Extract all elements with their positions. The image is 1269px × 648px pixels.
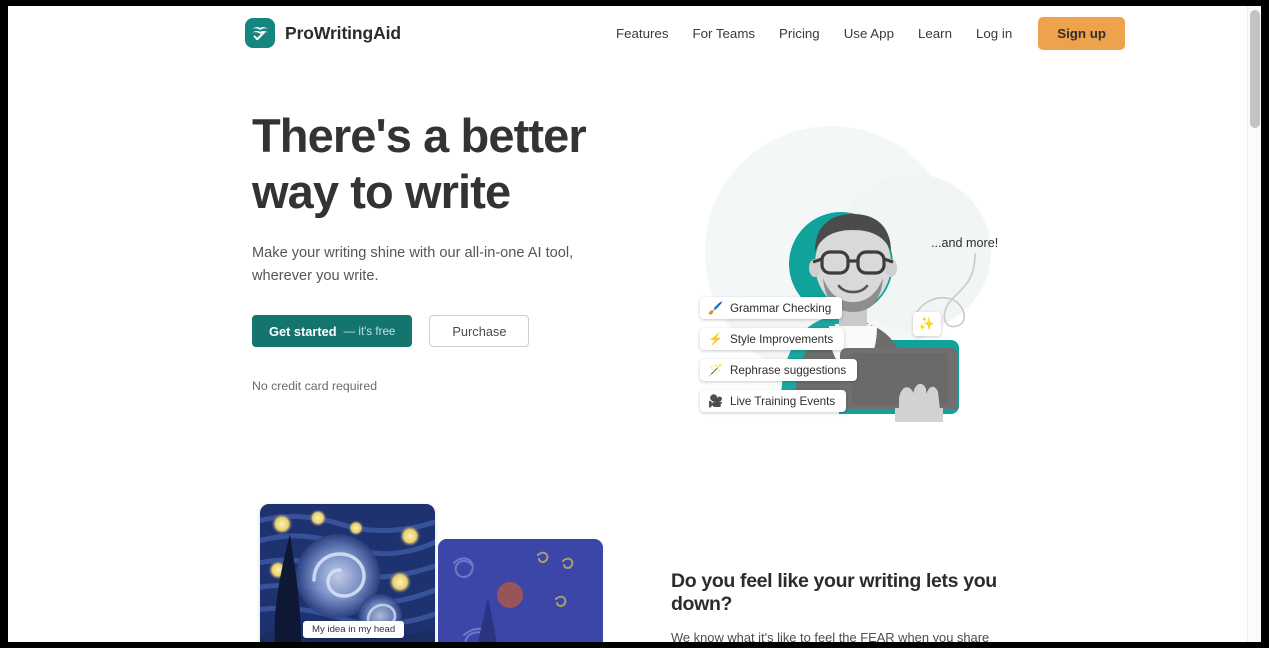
get-started-button[interactable]: Get started — it's free bbox=[252, 315, 413, 347]
main-navigation: Features For Teams Pricing Use App Learn… bbox=[604, 17, 1125, 50]
feature-pill-style-improvements: ⚡ Style Improvements bbox=[700, 328, 845, 350]
vertical-scrollbar-track[interactable] bbox=[1247, 6, 1261, 642]
nav-item-pricing[interactable]: Pricing bbox=[767, 19, 832, 48]
nav-item-use-app[interactable]: Use App bbox=[832, 19, 906, 48]
brand-name: ProWritingAid bbox=[285, 22, 402, 43]
feature-pill-live-training-events: 🎥 Live Training Events bbox=[700, 390, 847, 412]
sparkles-icon: ✨ bbox=[913, 312, 941, 336]
and-more-label: ...and more! bbox=[931, 236, 999, 250]
section-two-body: We know what it's like to feel the FEAR … bbox=[671, 630, 990, 642]
starry-night-illustration: My idea in my head bbox=[254, 504, 604, 642]
feature-pill-rephrase-suggestions: 🪄 Rephrase suggestions bbox=[700, 359, 858, 381]
paintbrush-icon: 🖌️ bbox=[708, 301, 723, 315]
hero-subtitle: Make your writing shine with our all-in-… bbox=[252, 245, 574, 284]
feature-pill-label: Rephrase suggestions bbox=[729, 363, 847, 377]
hero-section: There's a better way to write Make your … bbox=[8, 62, 1247, 482]
sketch-version-card bbox=[438, 539, 603, 642]
site-header: ProWritingAid Features For Teams Pricing… bbox=[8, 6, 1247, 62]
nav-item-log-in[interactable]: Log in bbox=[964, 19, 1024, 48]
hero-illustration: ...and more! ✨ 🖌️ Grammar Checking ⚡ Sty… bbox=[663, 102, 1023, 442]
nav-item-learn[interactable]: Learn bbox=[906, 19, 964, 48]
brand-logo-link[interactable]: ProWritingAid bbox=[245, 18, 401, 48]
get-started-label: Get started bbox=[269, 323, 337, 339]
feature-pill-label: Style Improvements bbox=[729, 332, 834, 346]
hero-cta-group: Get started — it's free Purchase bbox=[252, 315, 612, 347]
lightning-icon: ⚡ bbox=[708, 332, 723, 346]
browser-viewport: ProWritingAid Features For Teams Pricing… bbox=[8, 6, 1261, 642]
writing-lets-you-down-section: My idea in my head Do you feel like your… bbox=[8, 482, 1247, 642]
sign-up-button[interactable]: Sign up bbox=[1038, 17, 1125, 50]
hero-title: There's a better way to write bbox=[252, 109, 587, 218]
feature-pill-grammar-checking: 🖌️ Grammar Checking bbox=[700, 297, 843, 319]
feature-pill-label: Grammar Checking bbox=[729, 301, 832, 315]
vertical-scrollbar-thumb[interactable] bbox=[1250, 10, 1260, 128]
book-check-logo-icon bbox=[245, 18, 275, 48]
hero-copy: There's a better way to write Make your … bbox=[252, 108, 612, 393]
nav-item-for-teams[interactable]: For Teams bbox=[680, 19, 767, 48]
section-two-copy: Do you feel like your writing lets you d… bbox=[671, 570, 1016, 642]
section-two-title: Do you feel like your writing lets you d… bbox=[671, 570, 997, 615]
feature-pill-label: Live Training Events bbox=[729, 394, 836, 408]
movie-camera-icon: 🎥 bbox=[708, 394, 723, 408]
no-credit-card-note: No credit card required bbox=[252, 379, 378, 393]
page-content: ProWritingAid Features For Teams Pricing… bbox=[8, 6, 1247, 642]
nav-item-features[interactable]: Features bbox=[604, 19, 680, 48]
get-started-note: — it's free bbox=[343, 324, 396, 338]
starry-night-caption: My idea in my head bbox=[303, 621, 405, 638]
purchase-button[interactable]: Purchase bbox=[429, 315, 530, 347]
magic-wand-icon: 🪄 bbox=[708, 363, 723, 377]
sparkles-glyph: ✨ bbox=[918, 316, 936, 331]
